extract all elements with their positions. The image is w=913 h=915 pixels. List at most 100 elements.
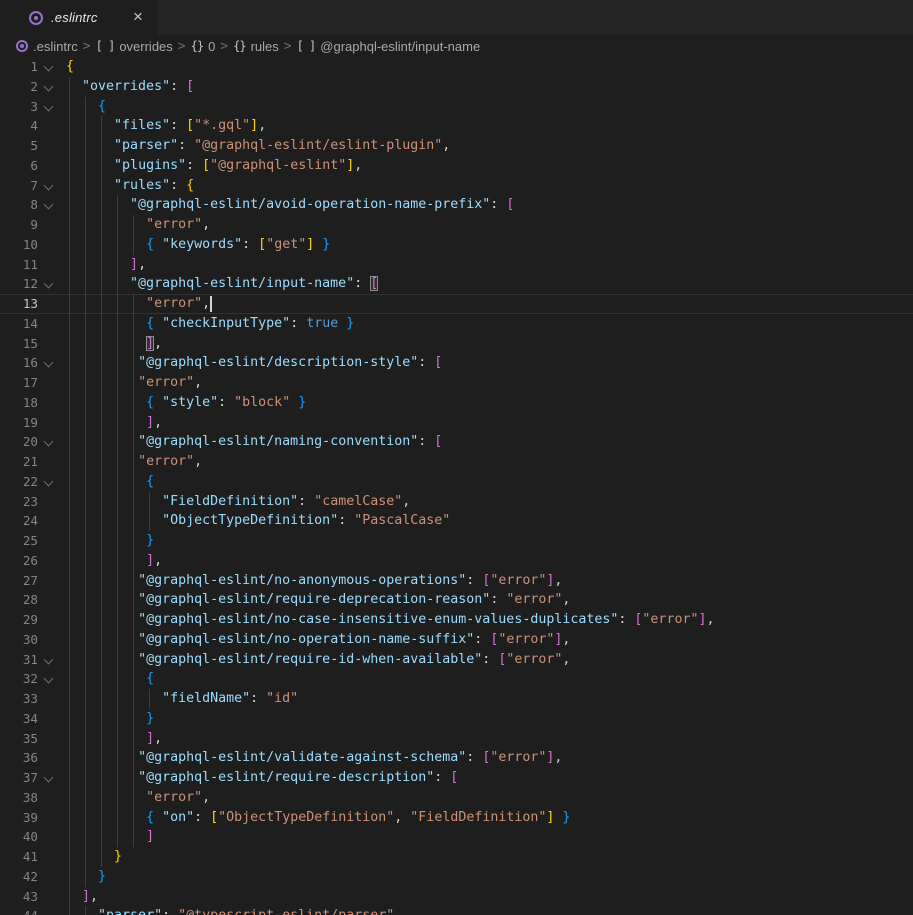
fold-chevron-down-icon[interactable] bbox=[44, 81, 54, 91]
token: "@graphql-eslint/require-id-when-availab… bbox=[138, 652, 482, 667]
code-line-34[interactable]: 34 } bbox=[0, 709, 913, 729]
token: [ bbox=[434, 434, 442, 449]
code-editor[interactable]: 1{2 "overrides": [3 {4 "files": ["*.gql"… bbox=[0, 57, 913, 915]
token: , bbox=[706, 612, 714, 627]
code-line-11[interactable]: 11 ], bbox=[0, 255, 913, 275]
code-text: "error", bbox=[66, 788, 210, 808]
fold-chevron-down-icon[interactable] bbox=[44, 476, 54, 486]
close-icon[interactable]: × bbox=[128, 8, 148, 28]
code-line-31[interactable]: 31 "@graphql-eslint/require-id-when-avai… bbox=[0, 650, 913, 670]
line-number: 11 bbox=[0, 255, 38, 275]
code-text: ], bbox=[66, 551, 162, 571]
code-line-6[interactable]: 6 "plugins": ["@graphql-eslint"], bbox=[0, 156, 913, 176]
code-line-23[interactable]: 23 "FieldDefinition": "camelCase", bbox=[0, 492, 913, 512]
code-line-40[interactable]: 40 ] bbox=[0, 827, 913, 847]
code-line-43[interactable]: 43 ], bbox=[0, 887, 913, 907]
token: "*.gql" bbox=[194, 118, 250, 133]
code-line-17[interactable]: 17 "error", bbox=[0, 373, 913, 393]
code-line-35[interactable]: 35 ], bbox=[0, 729, 913, 749]
code-line-2[interactable]: 2 "overrides": [ bbox=[0, 77, 913, 97]
fold-chevron-down-icon[interactable] bbox=[44, 674, 54, 684]
code-line-28[interactable]: 28 "@graphql-eslint/require-deprecation-… bbox=[0, 590, 913, 610]
code-line-39[interactable]: 39 { "on": ["ObjectTypeDefinition", "Fie… bbox=[0, 808, 913, 828]
line-number: 12 bbox=[0, 274, 38, 294]
code-line-4[interactable]: 4 "files": ["*.gql"], bbox=[0, 116, 913, 136]
fold-chevron-down-icon[interactable] bbox=[44, 200, 54, 210]
code-line-3[interactable]: 3 { bbox=[0, 97, 913, 117]
code-line-8[interactable]: 8 "@graphql-eslint/avoid-operation-name-… bbox=[0, 195, 913, 215]
line-number: 24 bbox=[0, 511, 38, 531]
code-line-22[interactable]: 22 { bbox=[0, 472, 913, 492]
code-line-10[interactable]: 10 { "keywords": ["get"] } bbox=[0, 235, 913, 255]
breadcrumb-item--graphql-eslint-input-name[interactable]: [ ]@graphql-eslint/input-name bbox=[297, 39, 481, 54]
code-line-32[interactable]: 32 { bbox=[0, 669, 913, 689]
code-line-9[interactable]: 9 "error", bbox=[0, 215, 913, 235]
token: "@graphql-eslint" bbox=[210, 158, 346, 173]
code-text: "fieldName": "id" bbox=[66, 689, 298, 709]
token: [ bbox=[186, 118, 194, 133]
token: } bbox=[114, 849, 122, 864]
line-number: 31 bbox=[0, 650, 38, 670]
code-text: "@graphql-eslint/validate-against-schema… bbox=[66, 748, 562, 768]
code-text: "@graphql-eslint/no-anonymous-operations… bbox=[66, 571, 562, 591]
code-line-1[interactable]: 1{ bbox=[0, 57, 913, 77]
code-line-42[interactable]: 42 } bbox=[0, 867, 913, 887]
code-line-33[interactable]: 33 "fieldName": "id" bbox=[0, 689, 913, 709]
breadcrumb-item-0[interactable]: {}0 bbox=[191, 39, 216, 54]
fold-chevron-down-icon[interactable] bbox=[44, 101, 54, 111]
fold-chevron-down-icon[interactable] bbox=[44, 358, 54, 368]
token: "error" bbox=[642, 612, 698, 627]
token: : bbox=[186, 158, 202, 173]
code-line-36[interactable]: 36 "@graphql-eslint/validate-against-sch… bbox=[0, 748, 913, 768]
code-line-14[interactable]: 14 { "checkInputType": true } bbox=[0, 314, 913, 334]
code-line-24[interactable]: 24 "ObjectTypeDefinition": "PascalCase" bbox=[0, 511, 913, 531]
breadcrumb-item-overrides[interactable]: [ ]overrides bbox=[96, 39, 173, 54]
breadcrumb-item-rules[interactable]: {}rules bbox=[233, 39, 279, 54]
code-line-26[interactable]: 26 ], bbox=[0, 551, 913, 571]
code-line-30[interactable]: 30 "@graphql-eslint/no-operation-name-su… bbox=[0, 630, 913, 650]
code-text: "error", bbox=[66, 452, 202, 472]
token bbox=[154, 237, 162, 252]
fold-chevron-down-icon[interactable] bbox=[44, 279, 54, 289]
fold-chevron-down-icon[interactable] bbox=[44, 654, 54, 664]
code-line-13[interactable]: 13 "error", bbox=[0, 294, 913, 314]
fold-chevron-down-icon[interactable] bbox=[44, 437, 54, 447]
code-line-41[interactable]: 41 } bbox=[0, 847, 913, 867]
code-line-16[interactable]: 16 "@graphql-eslint/description-style": … bbox=[0, 353, 913, 373]
token bbox=[154, 316, 162, 331]
code-line-21[interactable]: 21 "error", bbox=[0, 452, 913, 472]
code-line-18[interactable]: 18 { "style": "block" } bbox=[0, 393, 913, 413]
token: , bbox=[138, 257, 146, 272]
code-line-15[interactable]: 15 ], bbox=[0, 334, 913, 354]
eslint-icon bbox=[29, 11, 43, 25]
token: , bbox=[194, 454, 202, 469]
code-line-19[interactable]: 19 ], bbox=[0, 413, 913, 433]
breadcrumb-item--eslintrc[interactable]: .eslintrc bbox=[16, 39, 78, 54]
code-line-7[interactable]: 7 "rules": { bbox=[0, 176, 913, 196]
code-line-44[interactable]: 44 "parser": "@typescript-eslint/parser"… bbox=[0, 906, 913, 915]
token: "@graphql-eslint/require-description" bbox=[138, 770, 434, 785]
code-line-38[interactable]: 38 "error", bbox=[0, 788, 913, 808]
token: : bbox=[162, 908, 178, 915]
code-line-37[interactable]: 37 "@graphql-eslint/require-description"… bbox=[0, 768, 913, 788]
code-line-25[interactable]: 25 } bbox=[0, 531, 913, 551]
token: ] bbox=[130, 257, 138, 272]
fold-chevron-down-icon[interactable] bbox=[44, 180, 54, 190]
token: "error" bbox=[506, 592, 562, 607]
code-text: ], bbox=[66, 255, 146, 275]
line-number: 13 bbox=[0, 294, 38, 314]
breadcrumb-label: overrides bbox=[119, 39, 172, 54]
token: } bbox=[146, 711, 154, 726]
code-text: } bbox=[66, 709, 154, 729]
fold-chevron-down-icon[interactable] bbox=[44, 62, 54, 72]
fold-chevron-down-icon[interactable] bbox=[44, 773, 54, 783]
code-line-20[interactable]: 20 "@graphql-eslint/naming-convention": … bbox=[0, 432, 913, 452]
token: "@graphql-eslint/require-deprecation-rea… bbox=[138, 592, 490, 607]
code-line-12[interactable]: 12 "@graphql-eslint/input-name": [ bbox=[0, 274, 913, 294]
code-line-29[interactable]: 29 "@graphql-eslint/no-case-insensitive-… bbox=[0, 610, 913, 630]
code-line-5[interactable]: 5 "parser": "@graphql-eslint/eslint-plug… bbox=[0, 136, 913, 156]
tab-bar: .eslintrc × bbox=[0, 0, 913, 35]
token: , bbox=[202, 296, 210, 311]
code-line-27[interactable]: 27 "@graphql-eslint/no-anonymous-operati… bbox=[0, 571, 913, 591]
tab-eslintrc[interactable]: .eslintrc × bbox=[0, 0, 158, 35]
